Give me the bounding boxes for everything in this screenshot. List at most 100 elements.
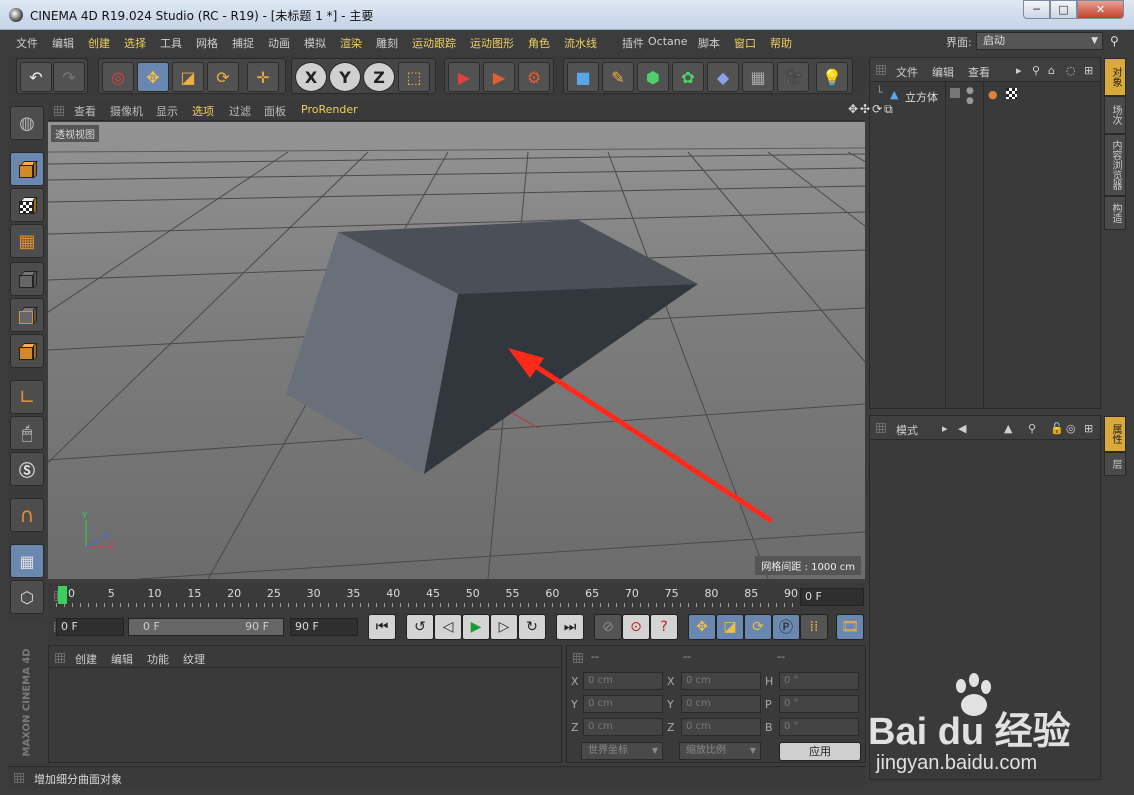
- go-to-start-icon[interactable]: ⏮: [368, 614, 396, 640]
- polygons-mode-icon[interactable]: [10, 334, 44, 368]
- layer-icon[interactable]: [950, 88, 960, 98]
- column-divider[interactable]: [945, 82, 946, 408]
- undo-icon[interactable]: ↶: [20, 62, 52, 92]
- next-frame-icon[interactable]: ▷: [490, 614, 518, 640]
- object-row[interactable]: └ ▲ 立方体 ● ● ●: [870, 86, 1100, 106]
- camera-icon[interactable]: 🎥: [777, 62, 809, 92]
- viewport-navigation-icons[interactable]: ✥✣⟳⧉: [848, 102, 895, 117]
- start-frame-field[interactable]: 0 F: [56, 618, 124, 636]
- coord-rotation-field[interactable]: 0 °: [779, 672, 859, 690]
- cube-object-icon[interactable]: ■: [567, 62, 599, 92]
- rotate-tool-icon[interactable]: ⟳: [207, 62, 239, 92]
- snap-icon[interactable]: Ⓢ: [10, 452, 44, 486]
- point-level-key-icon[interactable]: ⁞⁞: [800, 614, 828, 640]
- menu-item-1[interactable]: 编辑: [52, 35, 74, 51]
- play-icon[interactable]: ▶: [462, 614, 490, 640]
- live-selection-icon[interactable]: ◎: [102, 62, 134, 92]
- minimize-button[interactable]: ─: [1023, 0, 1050, 19]
- tab-structure[interactable]: 构造: [1104, 196, 1126, 230]
- menu-item-4[interactable]: 工具: [160, 35, 182, 51]
- menu-item-5[interactable]: 网格: [196, 35, 218, 51]
- tab-content-browser[interactable]: 内容浏览器: [1104, 134, 1126, 196]
- texture-tag-icon[interactable]: [1006, 88, 1017, 99]
- tab-layers[interactable]: 层: [1104, 452, 1126, 476]
- menu-item-9[interactable]: 渲染: [340, 35, 362, 51]
- viewport-menu-item-3[interactable]: 选项: [192, 103, 214, 119]
- end-frame-field[interactable]: 90 F: [290, 618, 358, 636]
- parameter-key-icon[interactable]: Ⓟ: [772, 614, 800, 640]
- position-key-icon[interactable]: ✥: [688, 614, 716, 640]
- coord-position-field[interactable]: 0 cm: [583, 695, 663, 713]
- coord-system-select[interactable]: 世界坐标 ▼: [581, 742, 663, 760]
- menu-item-7[interactable]: 动画: [268, 35, 290, 51]
- menu-item-13[interactable]: 角色: [528, 35, 550, 51]
- subdivision-surface-icon[interactable]: ⬢: [637, 62, 669, 92]
- coord-position-field[interactable]: 0 cm: [583, 718, 663, 736]
- points-mode-icon[interactable]: [10, 262, 44, 296]
- grip-icon[interactable]: [876, 423, 886, 433]
- record-keys-icon[interactable]: ⊘: [594, 614, 622, 640]
- menu-item-17[interactable]: 脚本: [698, 35, 720, 51]
- mat-menu-create[interactable]: 创建: [75, 651, 97, 667]
- menu-item-19[interactable]: 帮助: [770, 35, 792, 51]
- apply-button[interactable]: 应用: [779, 742, 861, 761]
- close-button[interactable]: ✕: [1077, 0, 1124, 19]
- chevron-right-icon[interactable]: ▸: [1016, 64, 1022, 77]
- next-key-icon[interactable]: ↻: [518, 614, 546, 640]
- mat-menu-edit[interactable]: 编辑: [111, 651, 133, 667]
- grip-icon[interactable]: [55, 653, 65, 663]
- render-picture-viewer-icon[interactable]: ▶: [483, 62, 515, 92]
- new-panel-icon[interactable]: ⊞: [1084, 64, 1093, 77]
- viewport-menu-item-6[interactable]: ProRender: [301, 103, 358, 116]
- floor-icon[interactable]: ▦: [742, 62, 774, 92]
- menu-item-6[interactable]: 捕捉: [232, 35, 254, 51]
- workplane-mode-icon[interactable]: ▦: [10, 224, 44, 258]
- rotation-key-icon[interactable]: ⟳: [744, 614, 772, 640]
- object-name[interactable]: 立方体: [905, 89, 938, 105]
- grip-icon[interactable]: [14, 773, 24, 783]
- z-axis-lock-icon[interactable]: Z: [363, 62, 395, 92]
- deformer-icon[interactable]: ◆: [707, 62, 739, 92]
- viewport-menu-item-0[interactable]: 查看: [74, 103, 96, 119]
- menu-item-14[interactable]: 流水线: [564, 35, 597, 51]
- target-icon[interactable]: ◎: [1066, 422, 1076, 435]
- timeline-window-icon[interactable]: 🎞: [836, 614, 864, 640]
- new-panel-icon[interactable]: ⊞: [1084, 422, 1093, 435]
- tab-attributes[interactable]: 属性: [1104, 416, 1126, 452]
- coordinate-system-icon[interactable]: ⬚: [398, 62, 430, 92]
- search-icon[interactable]: ⚲: [1032, 64, 1040, 77]
- recent-tool-icon[interactable]: ✛: [247, 62, 279, 92]
- viewport-menu-item-2[interactable]: 显示: [156, 103, 178, 119]
- menu-item-15[interactable]: 插件: [622, 35, 644, 51]
- menu-item-10[interactable]: 雕刻: [376, 35, 398, 51]
- planar-workplane-icon[interactable]: ⬡: [10, 580, 44, 614]
- maximize-button[interactable]: □: [1050, 0, 1077, 19]
- grip-icon[interactable]: [54, 106, 64, 116]
- y-axis-lock-icon[interactable]: Y: [329, 62, 361, 92]
- viewport-menu-item-4[interactable]: 过滤: [229, 103, 251, 119]
- scale-key-icon[interactable]: ◪: [716, 614, 744, 640]
- preview-range-slider[interactable]: 0 F 90 F: [128, 618, 284, 636]
- render-settings-icon[interactable]: ⚙: [518, 62, 550, 92]
- grip-icon[interactable]: [573, 653, 583, 663]
- up-arrow-icon[interactable]: ▲: [1004, 422, 1012, 435]
- obj-menu-file[interactable]: 文件: [896, 64, 918, 80]
- scale-tool-icon[interactable]: ◪: [172, 62, 204, 92]
- redo-icon[interactable]: ↷: [53, 62, 85, 92]
- menu-item-0[interactable]: 文件: [16, 35, 38, 51]
- grip-icon[interactable]: [876, 65, 886, 75]
- lock-icon[interactable]: 🔓: [1050, 422, 1064, 435]
- cloner-icon[interactable]: ✿: [672, 62, 704, 92]
- tab-takes[interactable]: 场次: [1104, 96, 1126, 134]
- phong-tag-icon[interactable]: ●: [988, 88, 998, 101]
- previous-key-icon[interactable]: ↺: [406, 614, 434, 640]
- visibility-dots-icon[interactable]: ● ●: [966, 86, 974, 106]
- eye-icon[interactable]: ◌: [1066, 64, 1076, 77]
- auto-keying-icon[interactable]: ⊙: [622, 614, 650, 640]
- magnet-icon[interactable]: ∩: [10, 498, 44, 532]
- menu-item-12[interactable]: 运动图形: [470, 35, 514, 51]
- viewport-menu-item-5[interactable]: 面板: [264, 103, 286, 119]
- home-icon[interactable]: ⌂: [1048, 64, 1055, 77]
- timeline[interactable]: 0 5 10 15 20 25 30 35 40 45 50 55 60 65 70 75 80 85 90 0 F: [48, 583, 865, 611]
- light-icon[interactable]: 💡: [816, 62, 848, 92]
